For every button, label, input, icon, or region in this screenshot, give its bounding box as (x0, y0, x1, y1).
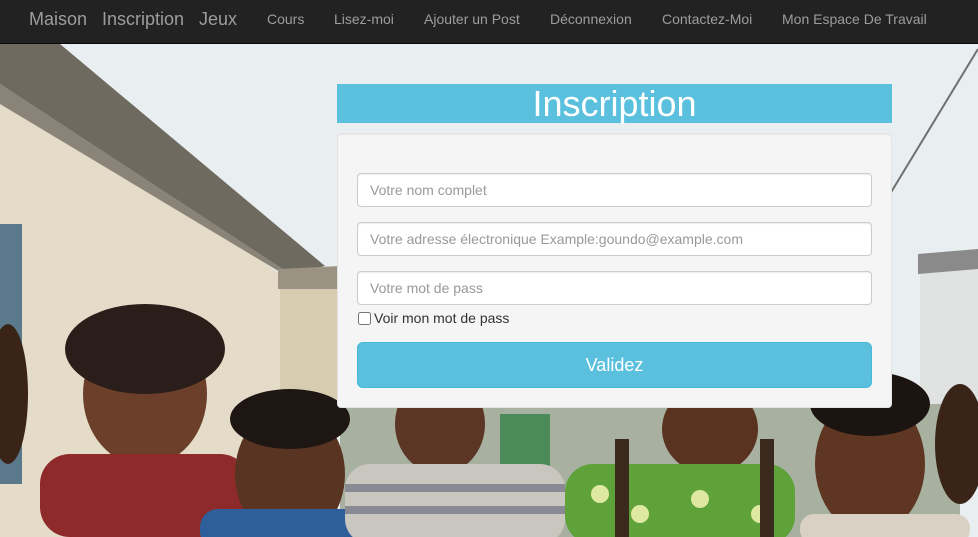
nav-link-lisez-moi[interactable]: Lisez-moi (334, 11, 394, 27)
nav-link-ajouter-post[interactable]: Ajouter un Post (424, 11, 520, 27)
show-password-label: Voir mon mot de pass (374, 310, 510, 326)
full-name-input[interactable] (357, 173, 872, 207)
nav-brand-jeux[interactable]: Jeux (199, 9, 237, 29)
top-navbar: Maison Inscription Jeux Cours Lisez-moi … (0, 0, 978, 44)
nav-link-cours[interactable]: Cours (267, 11, 304, 27)
nav-link-contactez-moi[interactable]: Contactez-Moi (662, 11, 752, 27)
nav-brand-inscription[interactable]: Inscription (102, 9, 184, 29)
show-password-option[interactable]: Voir mon mot de pass (357, 309, 509, 327)
registration-form-panel: Voir mon mot de pass Validez (337, 133, 892, 408)
nav-brand-maison[interactable]: Maison (29, 9, 87, 29)
page-title: Inscription (337, 84, 892, 123)
nav-link-deconnexion[interactable]: Déconnexion (550, 11, 632, 27)
password-input[interactable] (357, 271, 872, 305)
submit-button[interactable]: Validez (357, 342, 872, 388)
show-password-checkbox[interactable] (358, 311, 371, 325)
nav-link-espace-travail[interactable]: Mon Espace De Travail (782, 11, 927, 27)
email-input[interactable] (357, 222, 872, 256)
